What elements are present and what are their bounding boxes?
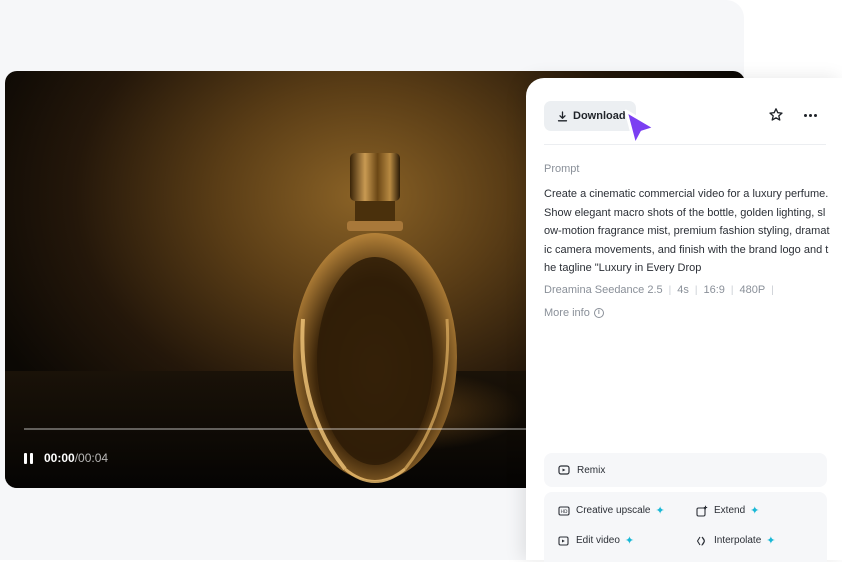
meta-model: Dreamina Seedance 2.5 <box>544 284 663 296</box>
perfume-bottle-image <box>293 153 457 483</box>
creative-upscale-button[interactable]: HD Creative upscale ✦ <box>558 504 665 517</box>
time-current: 00:00 <box>44 451 75 465</box>
generation-meta: Dreamina Seedance 2.5 | 4s | 16:9 | 480P… <box>544 284 774 296</box>
info-icon: i <box>593 308 604 318</box>
sparkle-icon: ✦ <box>766 535 776 547</box>
sparkle-icon: ✦ <box>624 535 635 547</box>
upscale-icon: HD <box>558 505 570 516</box>
sparkle-icon: ✦ <box>655 505 665 517</box>
meta-duration: 4s <box>677 284 689 296</box>
remix-button[interactable]: Remix <box>544 453 827 487</box>
extend-icon <box>696 505 708 517</box>
time-total: 00:04 <box>78 451 109 465</box>
more-info-link[interactable]: More info i <box>544 307 604 319</box>
prompt-label: Prompt <box>544 163 580 175</box>
video-tools-grid: HD Creative upscale ✦ Extend ✦ Edit vide… <box>544 492 827 562</box>
more-options-icon[interactable] <box>804 114 817 117</box>
interpolate-label: Interpolate <box>714 535 762 546</box>
edit-video-button[interactable]: Edit video ✦ <box>558 534 634 547</box>
extend-label: Extend <box>714 505 746 516</box>
prompt-text: Create a cinematic commercial video for … <box>544 188 830 275</box>
pause-icon[interactable] <box>24 452 33 464</box>
interpolate-button[interactable]: Interpolate ✦ <box>696 534 775 547</box>
interpolate-icon <box>696 536 706 546</box>
details-panel: Download Prompt Create a cinematic comme… <box>526 78 842 562</box>
meta-ratio: 16:9 <box>703 284 725 296</box>
star-icon[interactable] <box>768 107 784 123</box>
download-label: Download <box>573 110 626 122</box>
video-controls: 00:00 / 00:04 <box>24 451 108 465</box>
more-info-label: More info <box>544 307 590 319</box>
svg-text:HD: HD <box>561 509 568 515</box>
sparkle-icon: ✦ <box>750 505 760 517</box>
extend-button[interactable]: Extend ✦ <box>696 504 759 517</box>
download-icon <box>557 110 568 121</box>
edit-video-icon <box>558 535 569 546</box>
remix-label: Remix <box>577 464 606 476</box>
remix-icon <box>558 465 570 475</box>
creative-upscale-label: Creative upscale <box>576 505 651 516</box>
meta-resolution: 480P <box>739 284 766 296</box>
edit-video-label: Edit video <box>576 535 620 546</box>
divider <box>544 144 826 145</box>
